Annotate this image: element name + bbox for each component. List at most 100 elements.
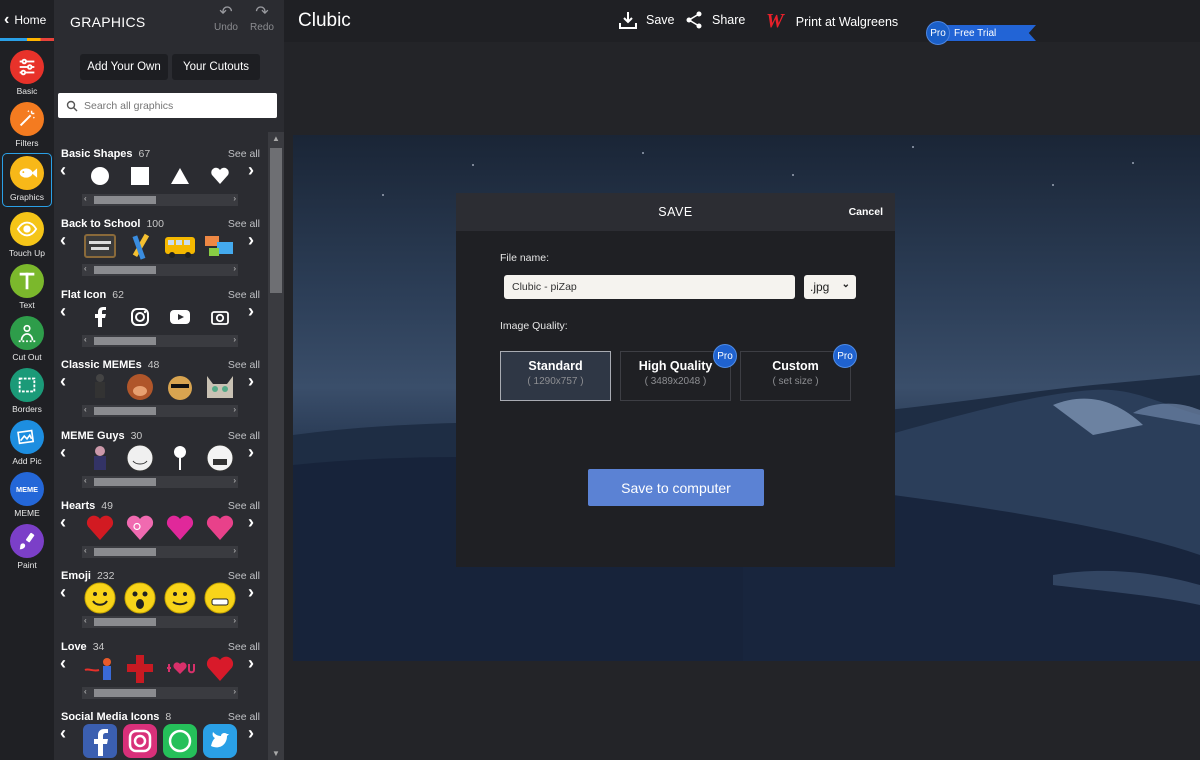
see-all-link[interactable]: See all	[228, 218, 260, 230]
thumb-scrollbar[interactable]: ‹ ›	[82, 264, 238, 276]
thumb-scrollbar[interactable]: ‹ ›	[82, 194, 238, 206]
see-all-link[interactable]: See all	[228, 641, 260, 653]
search-input[interactable]	[84, 99, 264, 112]
undo-button[interactable]: ↶ Undo	[211, 4, 241, 33]
instagram-flat-icon[interactable]	[120, 301, 160, 333]
chevron-left-icon[interactable]: ‹	[60, 723, 66, 744]
see-all-link[interactable]: See all	[228, 148, 260, 160]
pink-swirl-heart-graphic[interactable]	[120, 512, 160, 544]
love-heart-graphic[interactable]	[200, 653, 240, 685]
see-all-link[interactable]: See all	[228, 289, 260, 301]
meme-guy-3-graphic[interactable]	[160, 442, 200, 474]
tool-filters[interactable]: Filters	[0, 102, 54, 154]
camera-flat-icon[interactable]	[200, 301, 240, 333]
silly-emoji-graphic[interactable]	[160, 582, 200, 614]
chevron-left-icon[interactable]: ‹	[60, 442, 66, 463]
tool-meme[interactable]: MEME MEME	[0, 472, 54, 524]
see-all-link[interactable]: See all	[228, 711, 260, 723]
circle-shape[interactable]	[80, 160, 120, 192]
chevron-right-icon[interactable]: ›	[248, 230, 254, 251]
thumb-scrollbar[interactable]: ‹ ›	[82, 687, 238, 699]
chevron-right-icon[interactable]: ›	[248, 160, 254, 181]
see-all-link[interactable]: See all	[228, 430, 260, 442]
meme-monkey-graphic[interactable]	[120, 371, 160, 403]
pencils-graphic[interactable]	[120, 230, 160, 262]
quality-standard-option[interactable]: Standard ( 1290x757 )	[500, 351, 611, 401]
heart-shape[interactable]	[200, 160, 240, 192]
redo-button[interactable]: ↷ Redo	[247, 4, 277, 33]
chevron-left-icon[interactable]: ‹	[60, 653, 66, 674]
love-cross-graphic[interactable]	[120, 653, 160, 685]
thumb-scrollbar[interactable]: ‹ ›	[82, 616, 238, 628]
tool-basic[interactable]: Basic	[0, 50, 54, 102]
meme-grumpy-cat-graphic[interactable]	[200, 371, 240, 403]
chevron-right-icon[interactable]: ›	[248, 512, 254, 533]
chevron-right-icon[interactable]: ›	[248, 582, 254, 603]
home-button[interactable]: ‹ Home	[0, 0, 54, 40]
meme-figure-graphic[interactable]	[80, 371, 120, 403]
tool-borders[interactable]: Borders	[0, 368, 54, 420]
add-your-own-button[interactable]: Add Your Own	[80, 54, 168, 80]
chevron-left-icon[interactable]: ‹	[60, 301, 66, 322]
share-button[interactable]: Share	[684, 10, 745, 30]
scroll-down-icon[interactable]: ▼	[268, 749, 284, 758]
extension-select[interactable]: .jpg ⌄	[804, 275, 856, 299]
scroll-thumb[interactable]	[270, 148, 282, 293]
thumb-scrollbar[interactable]: ‹ ›	[82, 405, 238, 417]
tool-text[interactable]: Text	[0, 264, 54, 316]
print-walgreens-button[interactable]: W Print at Walgreens	[766, 10, 898, 33]
free-trial-badge[interactable]: Pro Free Trial	[926, 21, 1036, 45]
square-shape[interactable]	[120, 160, 160, 192]
chevron-left-icon[interactable]: ‹	[60, 371, 66, 392]
twitter-logo-icon[interactable]	[200, 724, 240, 758]
chevron-right-icon[interactable]: ›	[248, 301, 254, 322]
chevron-left-icon[interactable]: ‹	[60, 230, 66, 251]
tool-touch-up[interactable]: Touch Up	[0, 212, 54, 264]
tool-paint[interactable]: Paint	[0, 524, 54, 576]
save-button[interactable]: Save	[618, 10, 675, 30]
chevron-left-icon[interactable]: ‹	[60, 582, 66, 603]
school-bus-graphic[interactable]	[160, 230, 200, 262]
smile-emoji-graphic[interactable]	[80, 582, 120, 614]
chevron-right-icon[interactable]: ›	[248, 442, 254, 463]
love-couple-graphic[interactable]	[80, 653, 120, 685]
pattern-heart-graphic[interactable]	[200, 512, 240, 544]
meme-guy-2-graphic[interactable]	[120, 442, 160, 474]
magenta-heart-graphic[interactable]	[160, 512, 200, 544]
facebook-flat-icon[interactable]	[80, 301, 120, 333]
panel-scrollbar[interactable]: ▲ ▼	[268, 132, 284, 760]
triangle-shape[interactable]	[160, 160, 200, 192]
thumb-scrollbar[interactable]: ‹ ›	[82, 335, 238, 347]
chevron-right-icon[interactable]: ›	[248, 371, 254, 392]
thumb-scrollbar[interactable]: ‹ ›	[82, 546, 238, 558]
meme-guy-1-graphic[interactable]	[80, 442, 120, 474]
chevron-left-icon[interactable]: ‹	[60, 512, 66, 533]
your-cutouts-button[interactable]: Your Cutouts	[172, 54, 260, 80]
scroll-up-icon[interactable]: ▲	[268, 134, 284, 143]
see-all-link[interactable]: See all	[228, 500, 260, 512]
chalkboard-graphic[interactable]	[80, 230, 120, 262]
cancel-button[interactable]: Cancel	[849, 206, 883, 218]
instagram-logo-icon[interactable]	[120, 724, 160, 758]
tool-graphics[interactable]: Graphics	[2, 153, 52, 207]
chevron-right-icon[interactable]: ›	[248, 653, 254, 674]
school-text-graphic[interactable]	[200, 230, 240, 262]
meme-guy-4-graphic[interactable]	[200, 442, 240, 474]
red-heart-graphic[interactable]	[80, 512, 120, 544]
tool-cut-out[interactable]: Cut Out	[0, 316, 54, 368]
surprised-emoji-graphic[interactable]	[120, 582, 160, 614]
youtube-flat-icon[interactable]	[160, 301, 200, 333]
file-name-input[interactable]	[504, 275, 795, 299]
chevron-right-icon[interactable]: ›	[248, 723, 254, 744]
save-to-computer-button[interactable]: Save to computer	[588, 469, 764, 506]
see-all-link[interactable]: See all	[228, 359, 260, 371]
chevron-left-icon[interactable]: ‹	[60, 160, 66, 181]
meme-doge-graphic[interactable]	[160, 371, 200, 403]
thumb-scrollbar[interactable]: ‹ ›	[82, 476, 238, 488]
whatsapp-logo-icon[interactable]	[160, 724, 200, 758]
tool-add-pic[interactable]: Add Pic	[0, 420, 54, 472]
i-love-u-graphic[interactable]	[160, 653, 200, 685]
facebook-logo-icon[interactable]	[80, 724, 120, 758]
see-all-link[interactable]: See all	[228, 570, 260, 582]
grin-emoji-graphic[interactable]	[200, 582, 240, 614]
